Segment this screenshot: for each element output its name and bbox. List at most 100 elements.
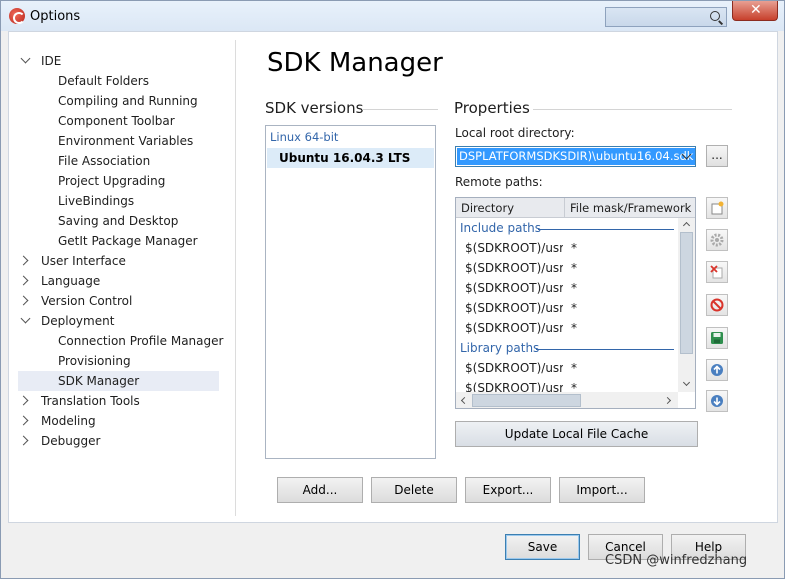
row-directory: $(SDKROOT)/usr... [465, 261, 563, 275]
tree-item-project-upgrading[interactable]: Project Upgrading [9, 171, 219, 191]
row-directory: $(SDKROOT)/usr... [465, 321, 563, 335]
window-title: Options [30, 9, 81, 24]
scroll-down-icon[interactable] [682, 378, 691, 387]
tree-item-provisioning[interactable]: Provisioning [9, 351, 219, 371]
horizontal-scrollbar[interactable] [456, 392, 678, 408]
tree-item-debugger[interactable]: Debugger [9, 431, 219, 451]
scroll-left-icon[interactable] [460, 396, 469, 405]
column-separator [564, 198, 565, 218]
tree-item-user-interface[interactable]: User Interface [9, 251, 219, 271]
column-file-mask[interactable]: File mask/Framework name [570, 201, 694, 215]
table-row[interactable]: $(SDKROOT)/usr... * [456, 358, 678, 378]
import-button[interactable]: Import... [559, 477, 645, 503]
remote-paths-grid[interactable]: Directory File mask/Framework name Inclu… [455, 197, 696, 409]
title-bar: Options ✕ [1, 1, 784, 31]
tree-item-label: Default Folders [58, 74, 149, 88]
tree-item-label: Translation Tools [41, 394, 140, 408]
options-window: Options ✕ IDE Default Folders Compiling an… [0, 0, 785, 579]
chevron-right-icon[interactable] [18, 295, 29, 306]
library-paths-group: Library paths [460, 341, 540, 355]
chevron-right-icon[interactable] [18, 275, 29, 286]
tree-item-connection-profile-manager[interactable]: Connection Profile Manager [9, 331, 223, 351]
sdk-version-item[interactable]: Ubuntu 16.04.3 LTS [267, 148, 434, 168]
tree-item-sdk-manager[interactable]: SDK Manager [18, 371, 219, 391]
tree-item-getit-package-manager[interactable]: GetIt Package Manager [9, 231, 219, 251]
tree-item-file-association[interactable]: File Association [9, 151, 219, 171]
sdk-versions-list[interactable]: Linux 64-bit Ubuntu 16.04.3 LTS [265, 125, 436, 459]
browse-button[interactable]: ... [706, 145, 728, 167]
local-root-combobox[interactable]: DSPLATFORMSDKSDIR)\ubuntu16.04.sdk [455, 146, 696, 167]
tree-item-version-control[interactable]: Version Control [9, 291, 219, 311]
tree-item-label: File Association [58, 154, 151, 168]
vertical-scroll-thumb[interactable] [680, 232, 693, 354]
tree-item-label: Environment Variables [58, 134, 194, 148]
include-paths-separator [538, 229, 674, 230]
row-mask: * [571, 321, 577, 335]
row-directory: $(SDKROOT)/usr... [465, 361, 563, 375]
tree-item-livebindings[interactable]: LiveBindings [9, 191, 219, 211]
tree-item-environment-variables[interactable]: Environment Variables [9, 131, 219, 151]
add-path-button[interactable] [706, 197, 728, 219]
sdk-version-label: Ubuntu 16.04.3 LTS [279, 151, 411, 165]
add-button[interactable]: Add... [277, 477, 363, 503]
chevron-right-icon[interactable] [18, 395, 29, 406]
tree-item-label: SDK Manager [58, 374, 140, 388]
row-mask: * [571, 261, 577, 275]
panel-divider [235, 40, 236, 516]
remove-path-button[interactable] [706, 261, 728, 283]
table-row[interactable]: $(SDKROOT)/usr... * [456, 298, 678, 318]
tree-item-ide[interactable]: IDE [9, 51, 219, 71]
chevron-down-icon[interactable] [20, 53, 31, 64]
column-directory[interactable]: Directory [461, 201, 561, 215]
row-directory: $(SDKROOT)/usr... [465, 281, 563, 295]
row-mask: * [571, 301, 577, 315]
chevron-right-icon[interactable] [18, 255, 29, 266]
options-content: IDE Default Folders Compiling and Running C… [8, 31, 778, 523]
settings-button[interactable] [706, 229, 728, 251]
tree-item-modeling[interactable]: Modeling [9, 411, 219, 431]
scroll-up-icon[interactable] [682, 221, 691, 230]
move-up-button[interactable] [706, 359, 728, 381]
remote-paths-label: Remote paths: [455, 175, 543, 189]
table-row[interactable]: $(SDKROOT)/usr... * [456, 258, 678, 278]
row-mask: * [571, 241, 577, 255]
table-row[interactable]: $(SDKROOT)/usr... * [456, 238, 678, 258]
tree-item-saving-and-desktop[interactable]: Saving and Desktop [9, 211, 219, 231]
tree-item-compiling-and-running[interactable]: Compiling and Running [9, 91, 219, 111]
tree-item-deployment[interactable]: Deployment [9, 311, 219, 331]
row-mask: * [571, 361, 577, 375]
tree-item-label: Modeling [41, 414, 96, 428]
options-tree[interactable]: IDE Default Folders Compiling and Running C… [9, 32, 235, 522]
save-paths-button[interactable] [706, 327, 728, 349]
export-button[interactable]: Export... [465, 477, 551, 503]
chevron-right-icon[interactable] [18, 415, 29, 426]
sdk-versions-heading: SDK versions [265, 99, 364, 117]
grid-header: Directory File mask/Framework name [456, 198, 695, 218]
vertical-scrollbar[interactable] [678, 218, 695, 392]
tree-item-label: IDE [41, 54, 62, 68]
move-down-button[interactable] [706, 390, 728, 412]
app-icon [9, 8, 25, 24]
search-icon[interactable] [710, 11, 720, 21]
horizontal-scroll-thumb[interactable] [472, 394, 581, 407]
table-row[interactable]: $(SDKROOT)/usr... * [456, 318, 678, 338]
scroll-right-icon[interactable] [663, 396, 672, 405]
row-directory: $(SDKROOT)/usr... [465, 301, 563, 315]
delete-all-button[interactable] [706, 294, 728, 316]
title-search-input[interactable] [605, 7, 727, 27]
tree-item-default-folders[interactable]: Default Folders [9, 71, 219, 91]
chevron-down-icon[interactable] [20, 313, 31, 324]
save-button[interactable]: Save [505, 534, 580, 560]
tree-item-translation-tools[interactable]: Translation Tools [9, 391, 219, 411]
tree-item-language[interactable]: Language [9, 271, 219, 291]
delete-button[interactable]: Delete [371, 477, 457, 503]
tree-item-label: Language [41, 274, 101, 288]
properties-heading: Properties [454, 99, 530, 117]
tree-item-component-toolbar[interactable]: Component Toolbar [9, 111, 219, 131]
update-local-file-cache-button[interactable]: Update Local File Cache [455, 421, 698, 447]
table-row[interactable]: $(SDKROOT)/usr... * [456, 278, 678, 298]
close-icon[interactable]: ✕ [750, 2, 762, 18]
chevron-right-icon[interactable] [18, 435, 29, 446]
close-button[interactable]: ✕ [732, 1, 778, 21]
local-root-value[interactable]: DSPLATFORMSDKSDIR)\ubuntu16.04.sdk [457, 148, 695, 165]
